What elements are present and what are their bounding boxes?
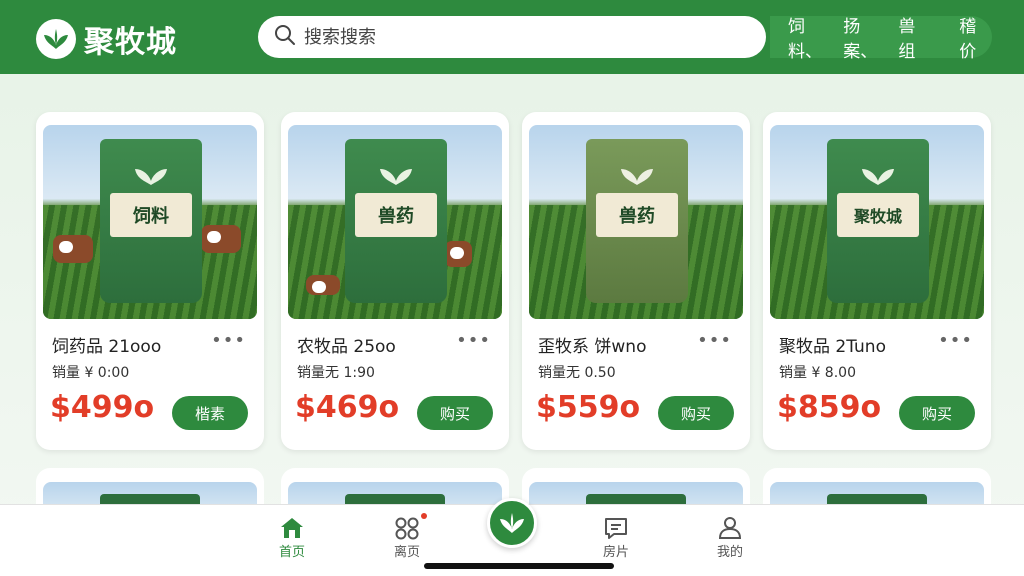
tab-profile[interactable]: 我的 xyxy=(700,515,760,560)
home-icon xyxy=(262,515,322,541)
vet-medicine-bag: 兽药 xyxy=(345,139,447,303)
product-title: 聚牧品 2Tuno xyxy=(779,337,886,357)
product-title: 农牧品 25oo xyxy=(297,337,396,357)
product-card[interactable]: 聚牧城 聚牧品 2Tuno ••• 销量 ¥ 8.00 $859o 购买 xyxy=(763,112,991,450)
buy-button[interactable]: 购买 xyxy=(899,396,975,430)
more-options-icon[interactable]: ••• xyxy=(211,330,246,351)
search-input[interactable] xyxy=(304,26,724,48)
product-price: $859o xyxy=(777,390,882,425)
center-action-button[interactable] xyxy=(487,498,537,548)
more-options-icon[interactable]: ••• xyxy=(938,330,973,351)
tab-label: 离页 xyxy=(393,545,420,560)
bag-label: 兽药 xyxy=(596,193,678,237)
product-price: $469o xyxy=(295,390,400,425)
buy-button[interactable]: 购买 xyxy=(417,396,493,430)
category-price[interactable]: 稽价 xyxy=(959,12,992,62)
leaf-icon xyxy=(621,169,653,185)
search-icon xyxy=(274,24,296,50)
product-sales: 销量无 0.50 xyxy=(538,365,616,381)
tab-label: 房片 xyxy=(602,545,629,560)
search-bar[interactable] xyxy=(258,16,766,58)
vet-medicine-bag: 兽药 xyxy=(586,139,688,303)
category-feed[interactable]: 饲料、 xyxy=(788,12,837,62)
category-shortcuts: 饲料、 扬案、 兽组 稽价 xyxy=(770,16,992,62)
leaf-icon xyxy=(135,169,167,185)
app-name: 聚牧城 xyxy=(84,25,177,60)
leaf-logo-icon xyxy=(36,19,76,59)
leaf-icon xyxy=(500,513,524,533)
leaf-icon xyxy=(862,169,894,185)
product-image: 聚牧城 xyxy=(770,125,984,319)
more-options-icon[interactable]: ••• xyxy=(697,330,732,351)
more-options-icon[interactable]: ••• xyxy=(456,330,491,351)
product-image: 饲料 xyxy=(43,125,257,319)
bag-label: 聚牧城 xyxy=(837,193,919,237)
product-title: 歪牧系 饼wno xyxy=(538,337,647,357)
product-sales: 销量 ¥ 0:00 xyxy=(52,365,130,381)
category-vet[interactable]: 兽组 xyxy=(898,12,931,62)
buy-button[interactable]: 购买 xyxy=(658,396,734,430)
user-icon xyxy=(700,515,760,541)
product-title: 饲药品 21ooo xyxy=(52,337,162,357)
product-image: 兽药 xyxy=(529,125,743,319)
app-logo[interactable]: 聚牧城 xyxy=(36,17,177,61)
top-header: 聚牧城 饲料、 扬案、 兽组 稽价 xyxy=(0,0,1024,74)
tab-home[interactable]: 首页 xyxy=(262,515,322,560)
message-icon xyxy=(586,515,646,541)
buy-button[interactable]: 楷素 xyxy=(172,396,248,430)
brand-bag: 聚牧城 xyxy=(827,139,929,303)
grid-icon xyxy=(377,513,437,541)
tab-category[interactable]: 离页 xyxy=(377,513,437,560)
tab-message[interactable]: 房片 xyxy=(586,515,646,560)
product-price: $559o xyxy=(536,390,641,425)
category-second[interactable]: 扬案、 xyxy=(843,12,892,62)
product-image: 兽药 xyxy=(288,125,502,319)
product-sales: 销量无 1:90 xyxy=(297,365,375,381)
product-card[interactable]: 兽药 歪牧系 饼wno ••• 销量无 0.50 $559o 购买 xyxy=(522,112,750,450)
leaf-icon xyxy=(380,169,412,185)
product-card[interactable]: 饲料 饲药品 21ooo ••• 销量 ¥ 0:00 $499o 楷素 xyxy=(36,112,264,450)
tab-label: 首页 xyxy=(278,545,305,560)
product-card[interactable]: 兽药 农牧品 25oo ••• 销量无 1:90 $469o 购买 xyxy=(281,112,509,450)
notification-dot xyxy=(421,513,427,519)
home-indicator xyxy=(424,563,614,569)
bag-label: 饲料 xyxy=(110,193,192,237)
tab-label: 我的 xyxy=(716,545,743,560)
feed-bag: 饲料 xyxy=(100,139,202,303)
bag-label: 兽药 xyxy=(355,193,437,237)
product-price: $499o xyxy=(50,390,155,425)
product-sales: 销量 ¥ 8.00 xyxy=(779,365,856,381)
